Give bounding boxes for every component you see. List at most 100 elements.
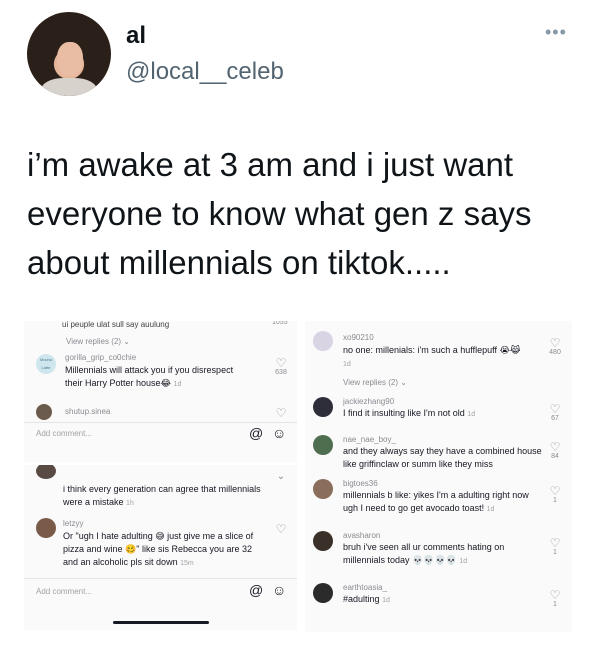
screenshot-panel-left-top: ui peuple ulat sull say auulung 1055 Vie… (24, 321, 297, 462)
like-count: 1 (553, 549, 557, 556)
comment-text: Millennials will attack you if you disre… (65, 364, 250, 391)
comment-username[interactable]: gorilla_grip_co0chie (65, 353, 136, 362)
comment-avatar[interactable] (313, 479, 333, 499)
comment-avatar[interactable] (36, 518, 56, 538)
like-button[interactable]: ♡ 1 (545, 589, 565, 608)
avatar-shirt (41, 78, 97, 96)
chevron-down-icon: ⌄ (400, 378, 407, 387)
comment-username[interactable]: xo90210 (343, 333, 374, 342)
add-comment-input[interactable]: Add comment... (36, 429, 92, 438)
comment-avatar[interactable] (36, 465, 56, 479)
display-name[interactable]: al (126, 22, 146, 50)
comment-time: 1d (459, 558, 468, 565)
add-comment-input[interactable]: Add comment... (36, 587, 92, 596)
tweet-text: i’m awake at 3 am and i just want everyo… (27, 146, 532, 281)
comment-avatar[interactable] (36, 404, 52, 420)
cut-comment-text: ui peuple ulat sull say auulung (62, 321, 170, 329)
screenshot-panel-right: xo90210 no one: millenials: i'm such a h… (305, 321, 572, 632)
heart-icon: ♡ (549, 336, 561, 350)
comment-username[interactable]: bigtoes36 (343, 479, 378, 488)
comment-avatar[interactable] (313, 435, 333, 455)
like-count: 1055 (272, 321, 288, 326)
like-count: 84 (551, 453, 559, 460)
comment-avatar[interactable] (313, 531, 333, 551)
comment-username[interactable]: avasharon (343, 531, 380, 540)
like-button[interactable]: ♡ 1 (545, 537, 565, 556)
avatar-face (57, 42, 83, 76)
view-replies-label: View replies (2) (343, 378, 398, 387)
at-mention-icon[interactable]: @ (249, 582, 263, 598)
comment: shutup.sinea (36, 404, 286, 424)
comment-avatar[interactable] (313, 583, 333, 603)
emoji-icon[interactable]: ☺ (272, 582, 286, 598)
comment: Mocha Latte gorilla_grip_co0chie Millenn… (36, 353, 286, 394)
heart-icon: ♡ (275, 406, 287, 420)
comment-time: 1d (382, 597, 390, 604)
user-handle[interactable]: @local__celeb (126, 58, 284, 86)
view-replies-link[interactable]: View replies (2) ⌄ (343, 378, 407, 387)
view-replies-link[interactable]: View replies (2) ⌄ (66, 337, 130, 346)
comment-time: 15m (180, 560, 194, 567)
like-count: 638 (275, 369, 287, 376)
at-mention-icon[interactable]: @ (249, 425, 263, 441)
comment: avasharon bruh i've seen all ur comments… (313, 531, 538, 567)
comment: nae_nae_boy_ and they always say they ha… (313, 435, 542, 469)
comment-text: #adulting 1d (343, 593, 543, 607)
emoji-icon[interactable]: ☺ (272, 425, 286, 441)
more-horizontal-icon[interactable]: ••• (545, 22, 567, 43)
like-button[interactable]: ♡ 638 (271, 357, 291, 376)
like-count: 1 (553, 497, 557, 504)
comment-text: no one: millenials: i'm such a hufflepuf… (343, 344, 543, 371)
comment: letzyy Or "ugh I hate adulting 😅 just gi… (36, 518, 286, 578)
comment-avatar[interactable]: Mocha Latte (36, 354, 56, 374)
comment: earthtoasia_ #adulting 1d (313, 583, 538, 613)
comment-text: and they always say they have a combined… (343, 446, 542, 469)
comment-time: 1d (467, 411, 476, 418)
comment: bigtoes36 millennials b like: yikes I'm … (313, 479, 538, 515)
comment-username[interactable]: nae_nae_boy_ (343, 435, 396, 444)
comment-text-content: bruh i've seen all ur comments hating on… (343, 542, 505, 565)
comment-text-content: I find it insulting like I'm not old (343, 408, 465, 418)
comment-text: i think every generation can agree that … (63, 483, 263, 510)
comment-time: 1d (173, 381, 182, 388)
comment-text: Or "ugh I hate adulting 😅 just give me a… (63, 530, 263, 570)
like-button[interactable]: ♡ 67 (545, 403, 565, 422)
comment-text-content: i think every generation can agree that … (63, 484, 261, 507)
heart-icon: ♡ (275, 356, 287, 370)
screenshot-panel-left-bottom: i think every generation can agree that … (24, 465, 297, 630)
comment-time: 1d (486, 506, 495, 513)
comment-time: 1h (126, 500, 134, 507)
heart-icon: ♡ (275, 522, 287, 536)
comment-text-content: Or "ugh I hate adulting 😅 just give me a… (63, 531, 254, 567)
like-button[interactable]: ♡ 1 (545, 485, 565, 504)
comment-text: bruh i've seen all ur comments hating on… (343, 541, 543, 568)
divider (24, 422, 297, 423)
heart-icon: ♡ (549, 536, 561, 550)
comment-text-content: #adulting (343, 594, 380, 604)
view-replies-label: View replies (2) (66, 337, 121, 346)
heart-icon: ♡ (549, 402, 561, 416)
like-button[interactable]: ♡ 480 (545, 337, 565, 356)
comment-text-content: millennials b like: yikes I'm a adulting… (343, 490, 529, 513)
comment-avatar[interactable] (313, 397, 333, 417)
comment-username[interactable]: earthtoasia_ (343, 583, 387, 592)
avatar[interactable] (27, 12, 111, 96)
comment: xo90210 no one: millenials: i'm such a h… (313, 331, 538, 371)
comment-avatar[interactable] (313, 331, 333, 351)
comment-text: I find it insulting like I'm not old 1d (343, 407, 543, 421)
like-count: 1 (553, 601, 557, 608)
divider (24, 578, 297, 579)
heart-icon: ♡ (549, 588, 561, 602)
like-button[interactable]: ♡ 84 (545, 441, 565, 460)
comment-username[interactable]: shutup.sinea (65, 407, 110, 416)
comment: jackiezhang90 I find it insulting like I… (313, 397, 538, 427)
comment-time: 1d (343, 361, 351, 368)
like-count: 67 (551, 415, 559, 422)
like-button[interactable]: ♡ (271, 407, 291, 419)
heart-icon: ♡ (549, 484, 561, 498)
comment-text: millennials b like: yikes I'm a adulting… (343, 489, 543, 516)
collapse-chevron-icon[interactable]: ⌄ (271, 471, 291, 482)
like-button[interactable]: ♡ (271, 523, 291, 535)
comment-username[interactable]: jackiezhang90 (343, 397, 394, 406)
comment-username[interactable]: letzyy (63, 519, 83, 528)
